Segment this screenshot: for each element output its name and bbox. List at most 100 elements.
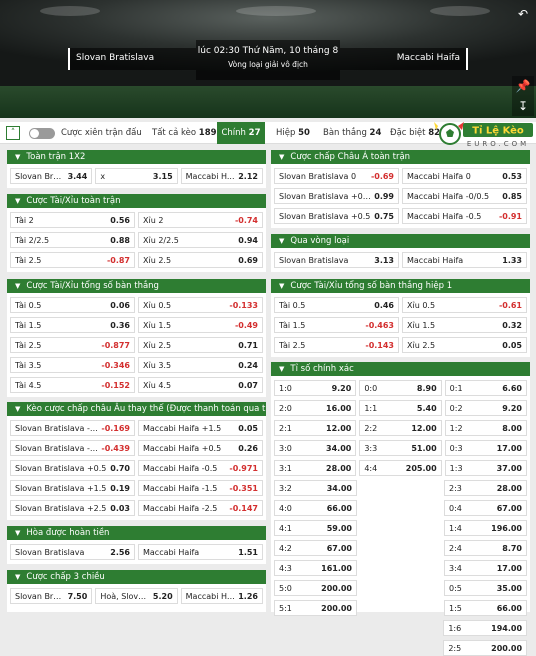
odds-button[interactable]: 5:0 200.00 xyxy=(274,580,357,596)
odds-button[interactable]: Tài 2.5 -0.877 xyxy=(10,337,135,353)
odds-button[interactable]: 1:4 196.00 xyxy=(444,520,527,536)
odds-button[interactable]: Xỉu 1.5 0.32 xyxy=(402,317,527,333)
odds-button[interactable]: 3:0 34.00 xyxy=(274,440,357,456)
odds-button[interactable]: 1:5 66.00 xyxy=(444,600,527,616)
odds-button[interactable]: Maccabi Haifa -0.5 -0.91 xyxy=(402,208,527,224)
odds-button[interactable]: Xỉu 2.5 0.05 xyxy=(402,337,527,353)
odds-button[interactable]: Tài 2.5 -0.87 xyxy=(10,252,135,268)
odds-button[interactable]: 3:4 17.00 xyxy=(444,560,527,576)
section-header[interactable]: ▼ Cược Tài/Xỉu toàn trận xyxy=(7,194,266,208)
odds-button[interactable]: Tài 2.5 -0.143 xyxy=(274,337,399,353)
odds-button[interactable]: 3:1 28.00 xyxy=(274,460,357,476)
tab-goals[interactable]: Bàn thắng 24 xyxy=(323,122,381,144)
odds-button[interactable]: 2:1 12.00 xyxy=(274,420,357,436)
section-header[interactable]: ▼ Cược chấp 3 chiều xyxy=(7,570,266,584)
section-header[interactable]: ▼ Cược Tài/Xỉu tổng số bàn thắng hiệp 1 xyxy=(271,279,530,293)
odds-button[interactable]: 0:5 35.00 xyxy=(444,580,527,596)
odds-button[interactable]: 4:0 66.00 xyxy=(274,500,357,516)
section-header[interactable]: ▼ Hòa được hoàn tiền xyxy=(7,526,266,540)
odds-button[interactable]: Slovan Bratislava +0.5 0.70 xyxy=(10,460,135,476)
empty-cell xyxy=(274,620,356,636)
odds-button[interactable]: 0:1 6.60 xyxy=(444,380,527,396)
odds-button[interactable]: Slovan Bratislava 2.56 xyxy=(10,544,135,560)
odds-button[interactable]: 4:3 161.00 xyxy=(274,560,357,576)
collapse-all-icon[interactable]: ˄ xyxy=(6,126,20,140)
odds-button[interactable]: Maccabi Haifa -0/0.5 0.85 xyxy=(402,188,527,204)
odds-button[interactable]: Maccabi H... +11.26 xyxy=(180,588,263,604)
odds-button[interactable]: Maccabi Haifa +1.5 0.05 xyxy=(138,420,263,436)
odds-button[interactable]: 1:6 194.00 xyxy=(443,620,528,636)
odds-button[interactable]: Xỉu 0.5 -0.61 xyxy=(402,297,527,313)
odds-button[interactable]: 0:3 17.00 xyxy=(444,440,527,456)
odds-button[interactable]: Slovan Brat... -17.50 xyxy=(10,588,93,604)
odds-button[interactable]: 0:0 8.90 xyxy=(359,380,442,396)
odds-button[interactable]: Xỉu 2.5 0.71 xyxy=(138,337,263,353)
odds-button[interactable]: 1:2 8.00 xyxy=(444,420,527,436)
pin-icon[interactable]: 📌 xyxy=(512,76,534,96)
section-header[interactable]: ▼ Cược Tài/Xỉu tổng số bàn thắng xyxy=(7,279,266,293)
odds-button[interactable]: 2:5 200.00 xyxy=(443,640,528,656)
odds-button[interactable]: Xỉu 2/2.5 0.94 xyxy=(138,232,263,248)
back-arrow-icon[interactable]: ↶ xyxy=(512,4,534,24)
odds-button[interactable]: Hoà, Slova... -15.20 xyxy=(95,588,178,604)
odds-button[interactable]: Xỉu 1.5 -0.49 xyxy=(138,317,263,333)
odds-button[interactable]: Tài 1.5 -0.463 xyxy=(274,317,399,333)
odds-value: -0.147 xyxy=(229,503,258,513)
odds-button[interactable]: Tài 0.5 0.46 xyxy=(274,297,399,313)
odds-button[interactable]: Maccabi Haifa -1.5 -0.351 xyxy=(138,480,263,496)
odds-button[interactable]: Slovan Bratislava +1.5 0.19 xyxy=(10,480,135,496)
section-header[interactable]: ▼ Cược chấp Châu Á toàn trận xyxy=(271,150,530,164)
odds-button[interactable]: 1:1 5.40 xyxy=(359,400,442,416)
odds-button[interactable]: Maccabi H... 2.12 xyxy=(180,168,263,184)
download-icon[interactable]: ↧ xyxy=(512,96,534,116)
odds-button[interactable]: Tài 1.5 0.36 xyxy=(10,317,135,333)
odds-button[interactable]: 4:2 67.00 xyxy=(274,540,357,556)
odds-button[interactable]: 2:2 12.00 xyxy=(359,420,442,436)
odds-button[interactable]: 2:4 8.70 xyxy=(444,540,527,556)
odds-button[interactable]: 4:4 205.00 xyxy=(359,460,442,476)
odds-button[interactable]: 0:2 9.20 xyxy=(444,400,527,416)
tab-all[interactable]: Tất cả kèo 189 xyxy=(152,122,217,144)
odds-button[interactable]: 1:0 9.20 xyxy=(274,380,357,396)
parlay-toggle[interactable] xyxy=(29,128,55,139)
section-header[interactable]: ▼ Tỉ số chính xác xyxy=(271,362,530,376)
section-header[interactable]: ▼ Kèo cược chấp châu Âu thay thế (Được th… xyxy=(7,402,266,416)
odds-button[interactable]: Tài 3.5 -0.346 xyxy=(10,357,135,373)
odds-button[interactable]: Slovan Bratislava +0.5 0.75 xyxy=(274,208,399,224)
odds-button[interactable]: Slovan Bratislava -0.5 -0.439 xyxy=(10,440,135,456)
section-header[interactable]: ▼ Qua vòng loại xyxy=(271,234,530,248)
odds-button[interactable]: Tài 2/2.5 0.88 xyxy=(10,232,135,248)
odds-button[interactable]: Maccabi Haifa 1.51 xyxy=(138,544,263,560)
odds-button[interactable]: 3:3 51.00 xyxy=(359,440,442,456)
odds-button[interactable]: Slovan Bratislava -1.5 -0.169 xyxy=(10,420,135,436)
odds-button[interactable]: Maccabi Haifa -0.5 -0.971 xyxy=(138,460,263,476)
odds-button[interactable]: Tài 4.5 -0.152 xyxy=(10,377,135,393)
odds-button[interactable]: 3:2 34.00 xyxy=(274,480,357,496)
odds-button[interactable]: Xỉu 0.5 -0.133 xyxy=(138,297,263,313)
odds-button[interactable]: Slovan Bratislava 0 -0.69 xyxy=(274,168,399,184)
odds-button[interactable]: 2:3 28.00 xyxy=(444,480,527,496)
odds-button[interactable]: Maccabi Haifa 1.33 xyxy=(402,252,527,268)
odds-button[interactable]: x 3.15 xyxy=(95,168,178,184)
odds-button[interactable]: Tài 0.5 0.06 xyxy=(10,297,135,313)
odds-button[interactable]: Xỉu 3.5 0.24 xyxy=(138,357,263,373)
odds-button[interactable]: Xỉu 2.5 0.69 xyxy=(138,252,263,268)
odds-button[interactable]: Xỉu 4.5 0.07 xyxy=(138,377,263,393)
tab-main[interactable]: Chính 27 xyxy=(217,122,265,144)
odds-button[interactable]: Maccabi Haifa -2.5 -0.147 xyxy=(138,500,263,516)
odds-button[interactable]: 2:0 16.00 xyxy=(274,400,357,416)
odds-button[interactable]: Xỉu 2 -0.74 xyxy=(138,212,263,228)
odds-button[interactable]: Maccabi Haifa +0.5 0.26 xyxy=(138,440,263,456)
odds-button[interactable]: Slovan Bratislava 3.13 xyxy=(274,252,399,268)
odds-button[interactable]: Slovan Bratislava +0/0.5 0.99 xyxy=(274,188,399,204)
odds-button[interactable]: Maccabi Haifa 0 0.53 xyxy=(402,168,527,184)
odds-button[interactable]: 5:1 200.00 xyxy=(274,600,357,616)
odds-button[interactable]: Tài 2 0.56 xyxy=(10,212,135,228)
odds-button[interactable]: 0:4 67.00 xyxy=(444,500,527,516)
odds-button[interactable]: 1:3 37.00 xyxy=(444,460,527,476)
odds-button[interactable]: Slovan Bratislava +2.5 0.03 xyxy=(10,500,135,516)
section-header[interactable]: ▼ Toàn trận 1X2 xyxy=(7,150,266,164)
odds-button[interactable]: Slovan Bra... 3.44 xyxy=(10,168,93,184)
odds-button[interactable]: 4:1 59.00 xyxy=(274,520,357,536)
tab-half[interactable]: Hiệp 50 xyxy=(276,122,310,144)
